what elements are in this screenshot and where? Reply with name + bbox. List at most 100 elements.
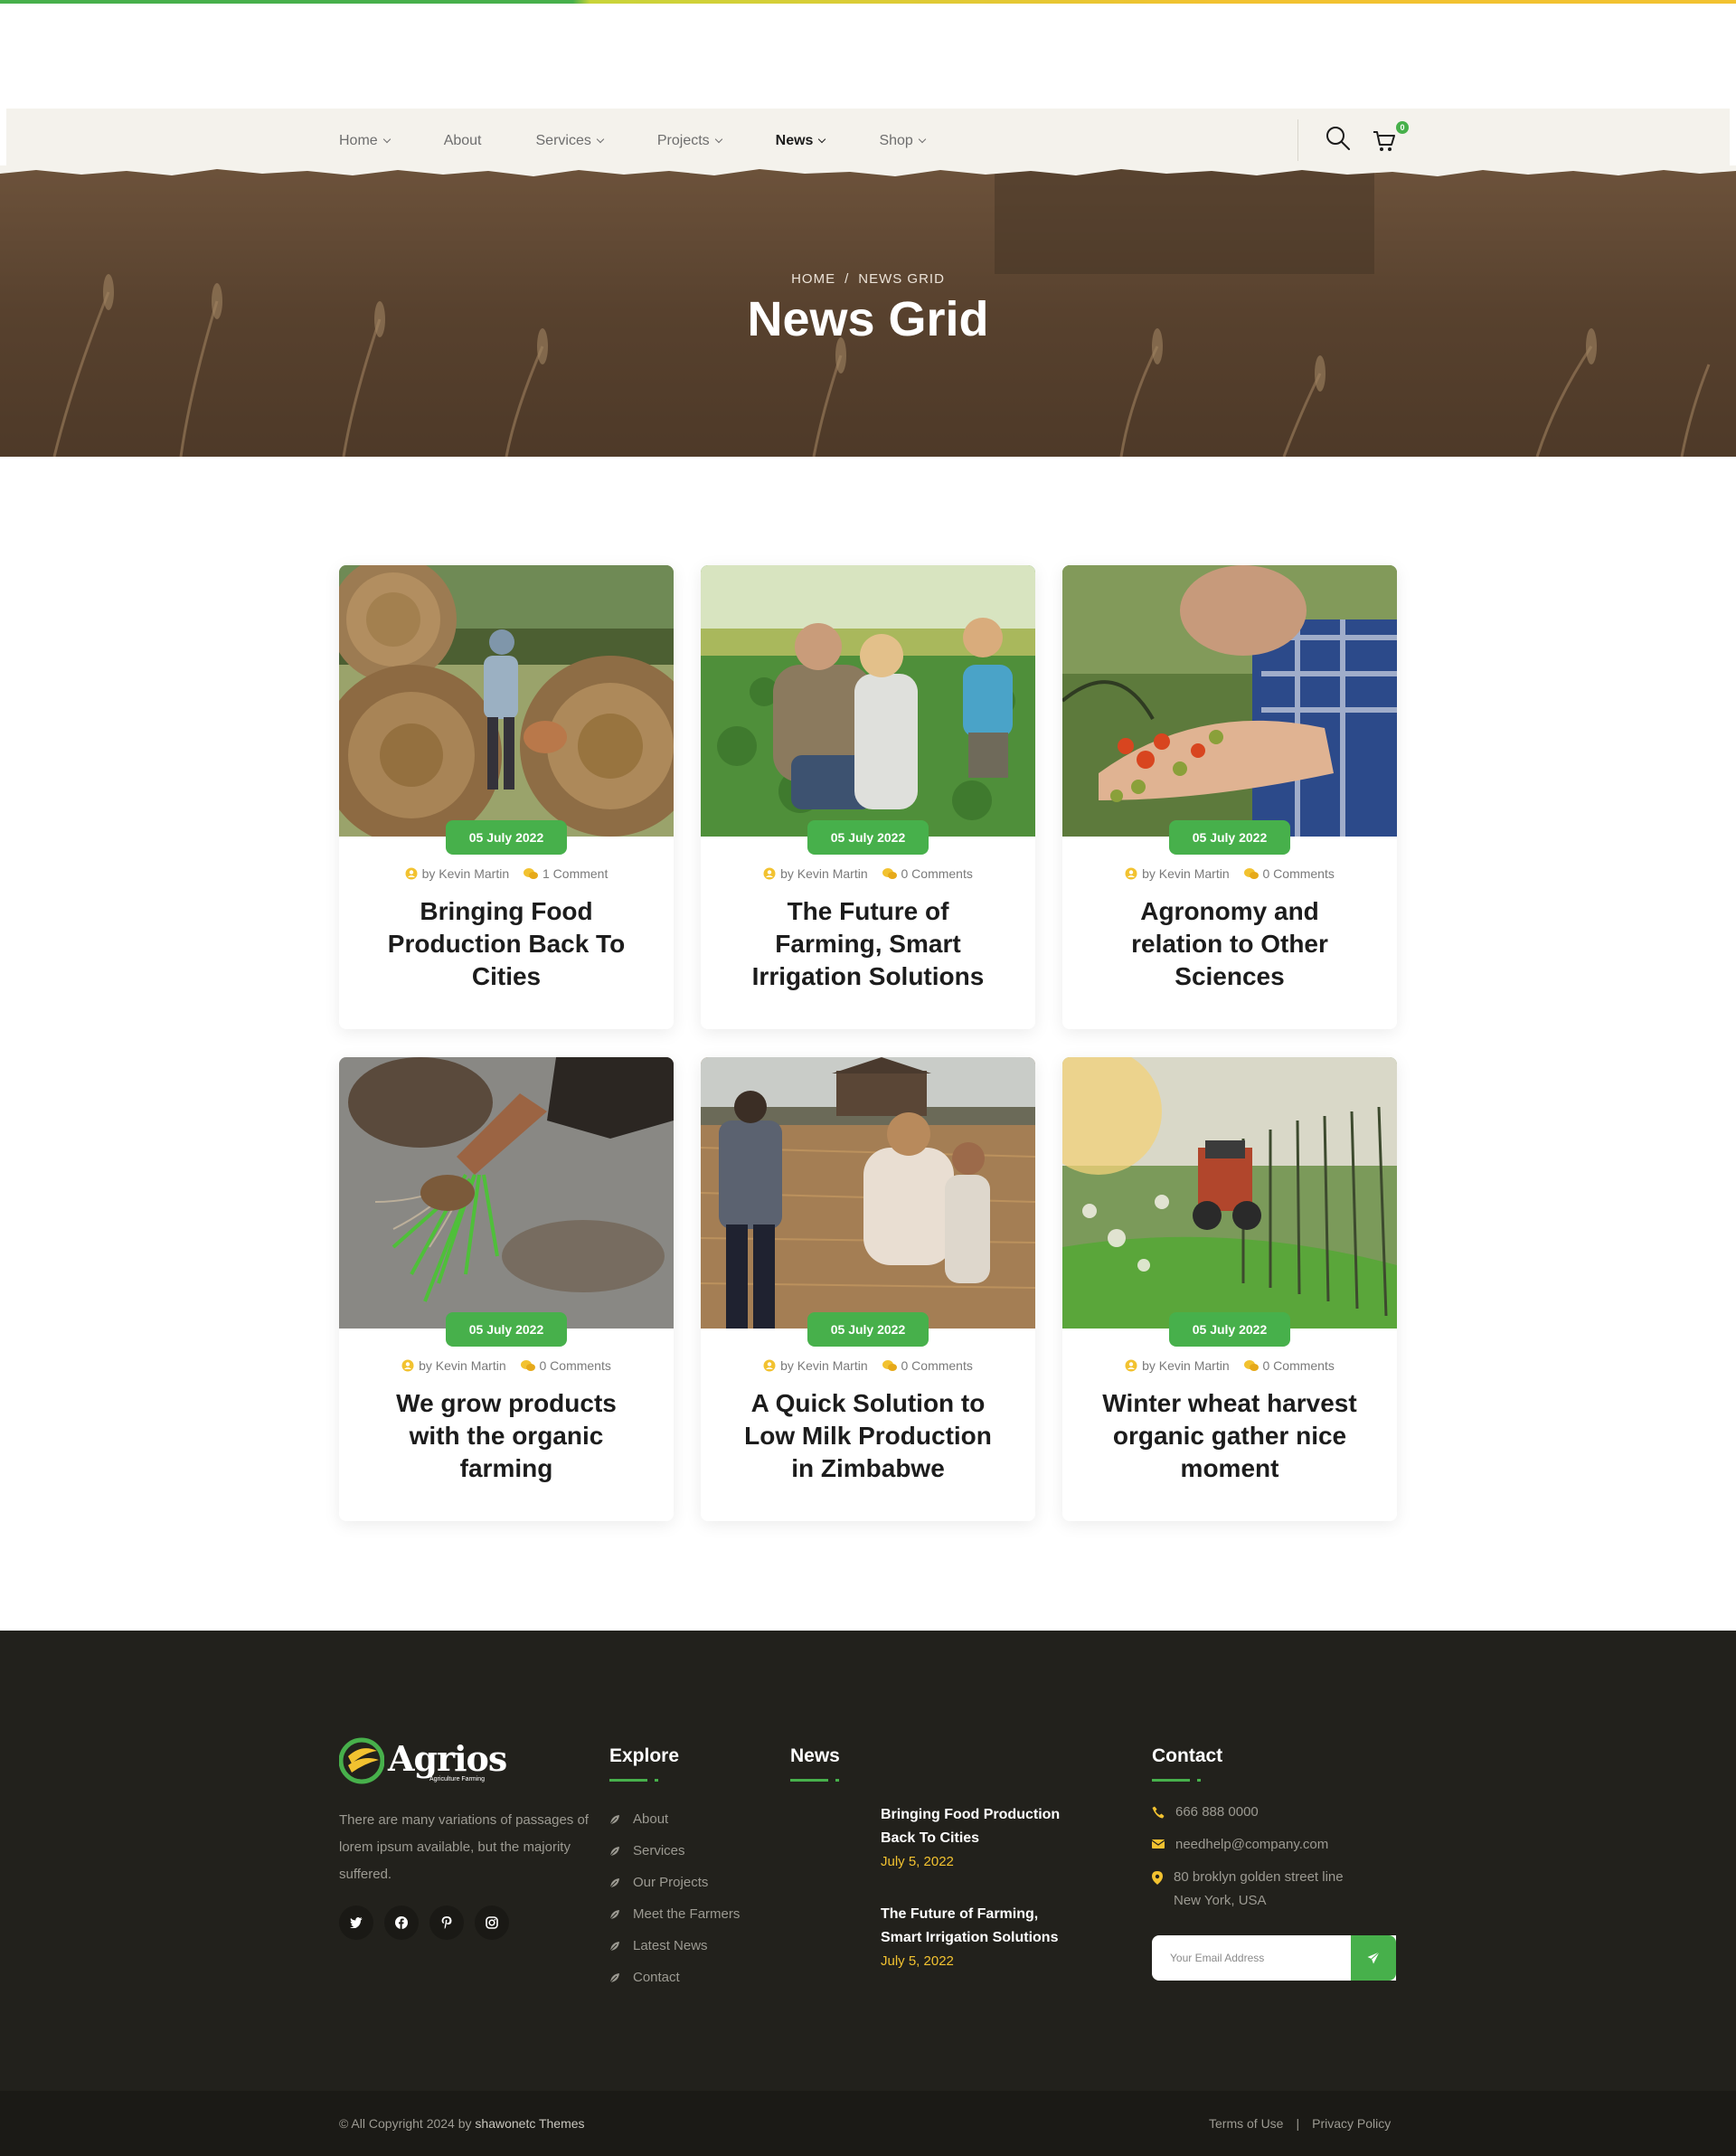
footer-link-contact[interactable]: Contact (609, 1962, 740, 1993)
footer-link-services[interactable]: Services (609, 1835, 740, 1867)
post-comments[interactable]: 1 Comment (524, 866, 608, 881)
footer-link-meet-the-farmers[interactable]: Meet the Farmers (609, 1898, 740, 1930)
news-card[interactable]: 05 July 2022 by Kevin Martin 0 Comments … (1062, 1057, 1397, 1521)
footer-logo[interactable]: Agrios Agriculture Farming (339, 1736, 511, 1787)
post-author[interactable]: by Kevin Martin (401, 1358, 506, 1373)
footer-news-title[interactable]: Bringing Food Production Back To Cities (881, 1803, 1080, 1850)
logo-wordmark: Agrios (388, 1738, 507, 1779)
post-author[interactable]: by Kevin Martin (763, 1358, 868, 1373)
nav-menu: Home About Services Projects News Shop (339, 109, 979, 174)
leaf-icon (609, 1877, 619, 1887)
chevron-down-icon (714, 135, 722, 144)
nav-item-projects[interactable]: Projects (657, 133, 722, 149)
nav-item-shop[interactable]: Shop (879, 133, 927, 149)
footer-link-about[interactable]: About (609, 1803, 740, 1835)
copyright-author[interactable]: shawonetc Themes (475, 2116, 584, 2131)
news-card[interactable]: 05 July 2022 by Kevin Martin 0 Comments … (701, 565, 1035, 1029)
comments-icon (1243, 868, 1259, 879)
newsletter-submit-button[interactable] (1351, 1935, 1396, 1981)
page-title: News Grid (747, 292, 989, 346)
news-card-image[interactable] (339, 1057, 674, 1329)
footer-news-date: July 5, 2022 (881, 1953, 954, 1969)
post-author[interactable]: by Kevin Martin (763, 866, 868, 881)
footer-news-title[interactable]: The Future of Farming, Smart Irrigation … (881, 1903, 1080, 1950)
tomato-harvest-image (1062, 565, 1397, 837)
post-comments-text: 0 Comments (1262, 866, 1335, 881)
breadcrumb-home-link[interactable]: HOME (791, 271, 835, 287)
nav-item-services[interactable]: Services (535, 133, 605, 149)
post-title[interactable]: Winter wheat harvest organic gather nice… (1099, 1387, 1361, 1485)
nav-item-news[interactable]: News (776, 133, 826, 149)
footer-news-heading: News (790, 1745, 840, 1766)
news-card-image[interactable] (1062, 565, 1397, 837)
footer-link-latest-news[interactable]: Latest News (609, 1930, 740, 1962)
newsletter-email-input[interactable] (1152, 1935, 1378, 1981)
footer-about-text: There are many variations of passages of… (339, 1812, 589, 1882)
main-navbar: Home About Services Projects News Shop 0 (6, 109, 1730, 174)
post-title[interactable]: Bringing Food Production Back To Cities (375, 895, 637, 993)
post-comments[interactable]: 0 Comments (520, 1358, 611, 1373)
instagram-link[interactable] (475, 1905, 509, 1940)
news-card[interactable]: 05 July 2022 by Kevin Martin 0 Comments … (701, 1057, 1035, 1521)
heading-underline (790, 1779, 841, 1782)
footer-news-date: July 5, 2022 (881, 1854, 954, 1869)
pinterest-link[interactable] (429, 1905, 464, 1940)
legal-links: Terms of Use | Privacy Policy (1209, 2116, 1391, 2131)
chevron-down-icon (918, 135, 927, 144)
terms-link[interactable]: Terms of Use (1209, 2116, 1283, 2131)
rice-planting-image (339, 1057, 674, 1329)
twitter-link[interactable] (339, 1905, 373, 1940)
news-card-image[interactable] (701, 1057, 1035, 1329)
footer-link-our-projects[interactable]: Our Projects (609, 1867, 740, 1898)
nav-item-home[interactable]: Home (339, 133, 391, 149)
post-title[interactable]: Agronomy and relation to Other Sciences (1099, 895, 1361, 993)
post-meta: by Kevin Martin 0 Comments (701, 866, 1035, 883)
logo-tagline: Agriculture Farming (429, 1776, 486, 1782)
family-field-walk-image (701, 1057, 1035, 1329)
post-comments-text: 1 Comment (542, 866, 609, 881)
cart-button[interactable]: 0 (1372, 121, 1409, 157)
contact-address-line1: 80 broklyn golden street line (1174, 1869, 1344, 1885)
news-card-image[interactable] (701, 565, 1035, 837)
post-title[interactable]: A Quick Solution to Low Milk Production … (737, 1387, 999, 1485)
footer-link-text: About (633, 1811, 669, 1827)
post-comments[interactable]: 0 Comments (882, 1358, 973, 1373)
instagram-icon (486, 1916, 498, 1929)
post-author[interactable]: by Kevin Martin (1125, 866, 1230, 881)
legal-separator: | (1296, 2116, 1300, 2131)
news-card[interactable]: 05 July 2022 by Kevin Martin 0 Comments … (339, 1057, 674, 1521)
user-icon (405, 867, 418, 880)
post-author-text: by Kevin Martin (421, 866, 510, 881)
post-title[interactable]: We grow products with the organic farmin… (375, 1387, 637, 1485)
comments-icon (524, 868, 538, 879)
post-comments[interactable]: 0 Comments (882, 866, 973, 881)
orchard-tractor-image (1062, 1057, 1397, 1329)
news-card-image[interactable] (1062, 1057, 1397, 1329)
news-card[interactable]: 05 July 2022 by Kevin Martin 1 Comment B… (339, 565, 674, 1029)
family-farming-image (701, 565, 1035, 837)
facebook-link[interactable] (384, 1905, 419, 1940)
leaf-icon (609, 1814, 619, 1824)
post-title[interactable]: The Future of Farming, Smart Irrigation … (737, 895, 999, 993)
post-meta: by Kevin Martin 0 Comments (1062, 1358, 1397, 1375)
nav-item-about[interactable]: About (444, 133, 482, 149)
post-author[interactable]: by Kevin Martin (405, 866, 509, 881)
user-icon (1125, 867, 1137, 880)
breadcrumb: HOME / NEWS GRID (0, 271, 1736, 287)
contact-email[interactable]: needhelp@company.com (1152, 1833, 1328, 1857)
facebook-icon (395, 1916, 408, 1929)
news-card[interactable]: 05 July 2022 by Kevin Martin 0 Comments … (1062, 565, 1397, 1029)
post-author[interactable]: by Kevin Martin (1125, 1358, 1230, 1373)
privacy-link[interactable]: Privacy Policy (1312, 2116, 1391, 2131)
comments-icon (882, 868, 897, 879)
comments-icon (882, 1360, 897, 1371)
nav-label: Services (535, 133, 591, 148)
nav-label: About (443, 133, 482, 148)
contact-phone[interactable]: 666 888 0000 (1152, 1801, 1259, 1824)
footer-link-text: Contact (633, 1970, 680, 1985)
search-button[interactable] (1325, 125, 1361, 161)
leaf-icon (609, 1909, 619, 1919)
news-card-image[interactable] (339, 565, 674, 837)
post-comments[interactable]: 0 Comments (1243, 866, 1335, 881)
post-comments[interactable]: 0 Comments (1243, 1358, 1335, 1373)
